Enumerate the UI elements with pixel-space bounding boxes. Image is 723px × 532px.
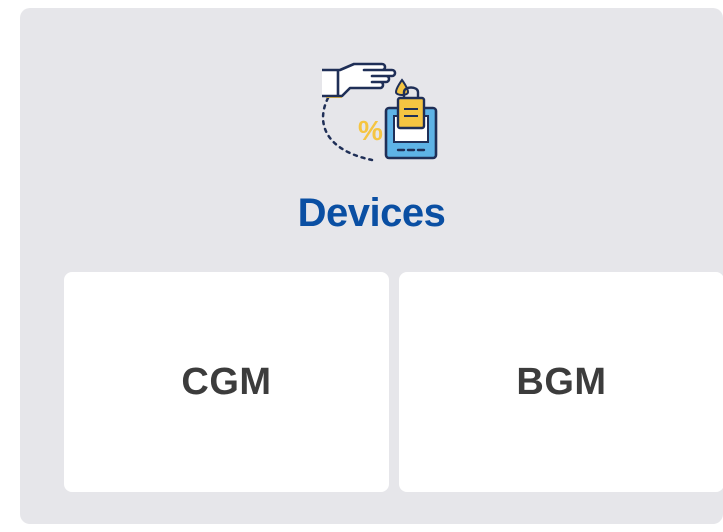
cgm-card[interactable]: CGM	[64, 272, 389, 492]
bgm-card[interactable]: BGM	[399, 272, 723, 492]
bgm-label: BGM	[516, 360, 607, 403]
devices-panel: % Devices CGM BGM	[20, 8, 723, 524]
device-finger-drop-icon: %	[310, 52, 450, 170]
section-title: Devices	[297, 191, 446, 235]
svg-text:%: %	[358, 115, 383, 146]
cgm-label: CGM	[181, 360, 272, 403]
